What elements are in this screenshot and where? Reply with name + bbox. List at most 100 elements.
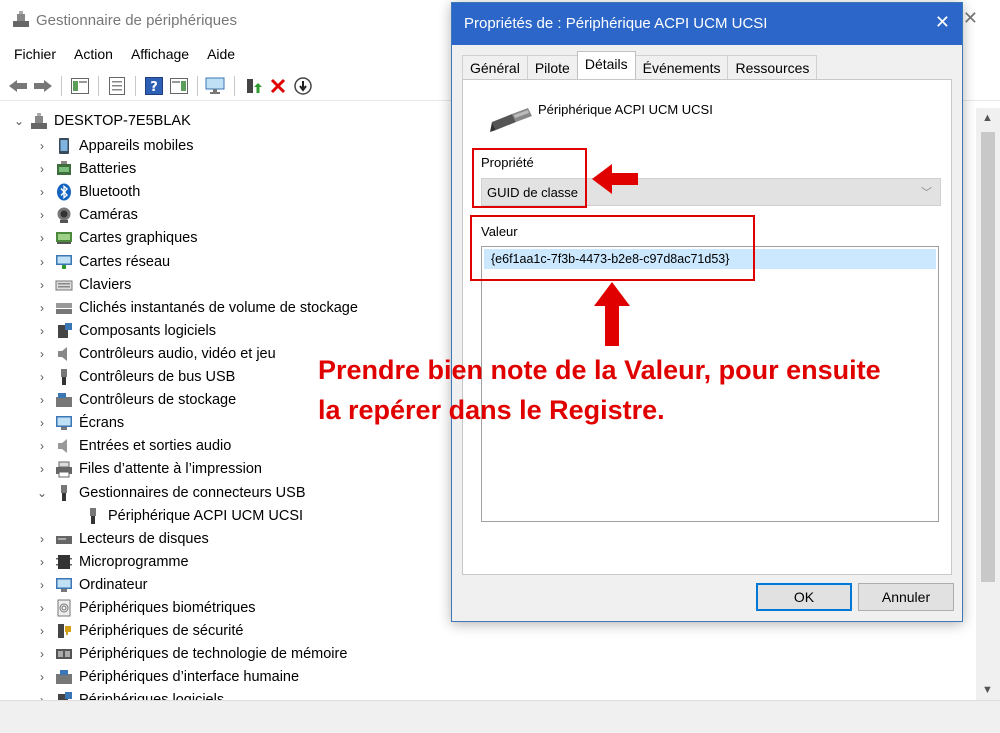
tree-category[interactable]: › Contrôleurs de bus USB — [35, 366, 235, 388]
tab-pilote[interactable]: Pilote — [526, 55, 578, 79]
chevron-right-icon[interactable]: › — [35, 255, 49, 269]
annotation-note: Prendre bien note de la Valeur, pour ens… — [318, 350, 958, 430]
menu-aide[interactable]: Aide — [197, 44, 243, 66]
chevron-right-icon[interactable]: › — [35, 185, 49, 199]
scroll-thumb[interactable] — [981, 132, 995, 582]
monitor-icon — [56, 416, 72, 431]
tree-category[interactable]: › Microprogramme — [35, 551, 189, 573]
firmware-icon — [56, 554, 72, 569]
software-component-icon — [58, 322, 72, 338]
battery-icon — [57, 161, 71, 176]
chevron-down-icon[interactable]: ﹀ — [921, 184, 932, 200]
tree-category[interactable]: › Clichés instantanés de volume de stocka… — [35, 297, 358, 319]
dialog-titlebar: Propriétés de : Périphérique ACPI UCM UC… — [452, 3, 962, 45]
tree-category[interactable]: › Entrées et sorties audio — [35, 435, 231, 457]
tree-item-label: Entrées et sorties audio — [79, 438, 232, 455]
tree-category[interactable]: › Ordinateur — [35, 574, 148, 596]
tree-item-label: Écrans — [79, 415, 125, 432]
chevron-right-icon[interactable]: › — [35, 532, 49, 546]
tree-category[interactable]: › Périphériques de sécurité — [35, 620, 243, 642]
tree-category[interactable]: › Cartes graphiques — [35, 227, 198, 249]
tree-category[interactable]: ⌄ Gestionnaires de connecteurs USB — [35, 482, 306, 504]
chevron-right-icon[interactable]: › — [35, 624, 49, 638]
menu-action[interactable]: Action — [64, 44, 121, 66]
tab-evenements[interactable]: Événements — [634, 55, 729, 79]
chevron-right-icon[interactable]: › — [35, 393, 49, 407]
tree-child-item[interactable]: Périphérique ACPI UCM UCSI — [78, 505, 303, 527]
chevron-right-icon[interactable]: › — [35, 462, 49, 476]
chevron-right-icon[interactable]: › — [35, 208, 49, 222]
properties-icon[interactable] — [106, 75, 128, 97]
chevron-right-icon[interactable]: › — [35, 601, 49, 615]
tree-category[interactable]: › Contrôleurs audio, vidéo et jeu — [35, 343, 276, 365]
tab-general[interactable]: Général — [462, 55, 528, 79]
tree-category[interactable]: › Batteries — [35, 158, 136, 180]
chevron-right-icon[interactable]: › — [35, 324, 49, 338]
software-device-icon — [58, 692, 72, 700]
menu-fichier[interactable]: Fichier — [0, 44, 64, 66]
tree-item-label: Périphériques de technologie de mémoire — [79, 646, 348, 663]
tree-category[interactable]: › Bluetooth — [35, 181, 140, 203]
forward-arrow-icon[interactable] — [32, 75, 54, 97]
chevron-right-icon[interactable]: › — [35, 555, 49, 569]
tree-category[interactable]: › Caméras — [35, 204, 138, 226]
console-tree-icon[interactable] — [69, 75, 91, 97]
tree-root[interactable]: ⌄ DESKTOP-7E5BLAK — [12, 111, 191, 131]
tree-category[interactable]: › Périphériques de technologie de mémoire — [35, 643, 347, 665]
chevron-right-icon[interactable]: › — [35, 439, 49, 453]
tree-category[interactable]: › Contrôleurs de stockage — [35, 389, 236, 411]
chevron-right-icon[interactable]: › — [35, 231, 49, 245]
help-icon[interactable]: ? — [143, 75, 165, 97]
chevron-right-icon[interactable]: › — [35, 162, 49, 176]
tree-item-label: Contrôleurs audio, vidéo et jeu — [79, 345, 276, 362]
scan-hardware-icon[interactable] — [205, 75, 227, 97]
main-close-icon[interactable]: ✕ — [963, 8, 978, 29]
chevron-right-icon[interactable]: › — [35, 370, 49, 384]
tree-item-label: Périphériques biométriques — [79, 600, 256, 616]
vertical-scrollbar[interactable]: ▲ ▼ — [976, 108, 1000, 700]
tree-category[interactable]: › Appareils mobiles — [35, 135, 193, 157]
tree-category[interactable]: › Composants logiciels — [35, 320, 216, 342]
chevron-right-icon[interactable]: › — [35, 416, 49, 430]
disable-device-icon[interactable] — [292, 75, 314, 97]
tree-item-label: Claviers — [79, 276, 132, 293]
chevron-right-icon[interactable]: › — [35, 647, 49, 661]
tab-ressources[interactable]: Ressources — [727, 55, 818, 79]
ok-button[interactable]: OK — [756, 583, 852, 611]
chevron-right-icon[interactable]: › — [35, 693, 49, 700]
dialog-title: Propriétés de : Périphérique ACPI UCM UC… — [464, 15, 768, 32]
tree-category[interactable]: › Claviers — [35, 274, 131, 296]
cancel-button[interactable]: Annuler — [858, 583, 954, 611]
tree-category[interactable]: › Périphériques d’interface humaine — [35, 666, 299, 688]
tree-category[interactable]: › Cartes réseau — [35, 251, 170, 273]
chevron-right-icon[interactable]: › — [35, 139, 49, 153]
chevron-right-icon[interactable]: › — [35, 578, 49, 592]
tree-category[interactable]: › Périphériques logiciels — [35, 689, 224, 700]
scroll-up-icon[interactable]: ▲ — [982, 112, 993, 124]
chevron-right-icon[interactable]: › — [35, 347, 49, 361]
update-driver-icon[interactable] — [242, 75, 264, 97]
chevron-right-icon[interactable]: › — [35, 301, 49, 315]
toolbar-separator — [61, 75, 62, 96]
tree-category[interactable]: › Périphériques biométriques — [35, 597, 256, 619]
menu-affichage[interactable]: Affichage — [121, 44, 197, 66]
chevron-down-icon[interactable]: ⌄ — [12, 114, 26, 128]
properties-dialog: Propriétés de : Périphérique ACPI UCM UC… — [451, 2, 963, 622]
chevron-right-icon[interactable]: › — [35, 278, 49, 292]
chevron-down-icon[interactable]: ⌄ — [35, 486, 49, 500]
tree-category[interactable]: › Écrans — [35, 412, 124, 434]
display-adapter-icon — [56, 232, 72, 245]
action-pane-icon[interactable] — [168, 75, 190, 97]
scroll-down-icon[interactable]: ▼ — [982, 684, 993, 696]
chevron-right-icon[interactable]: › — [35, 670, 49, 684]
tree-category[interactable]: › Files d’attente à l’impression — [35, 458, 262, 480]
dialog-close-icon[interactable]: ✕ — [935, 12, 950, 33]
back-arrow-icon[interactable] — [7, 75, 29, 97]
uninstall-red-x-icon[interactable] — [267, 75, 289, 97]
tree-item-label: Périphériques logiciels — [79, 692, 224, 700]
svg-text:?: ? — [150, 80, 158, 95]
tree-category[interactable]: › Lecteurs de disques — [35, 528, 209, 550]
tree-item-label: Clichés instantanés de volume de stockag… — [79, 299, 358, 316]
tab-details[interactable]: Détails — [576, 51, 636, 79]
fingerprint-icon — [57, 599, 71, 617]
